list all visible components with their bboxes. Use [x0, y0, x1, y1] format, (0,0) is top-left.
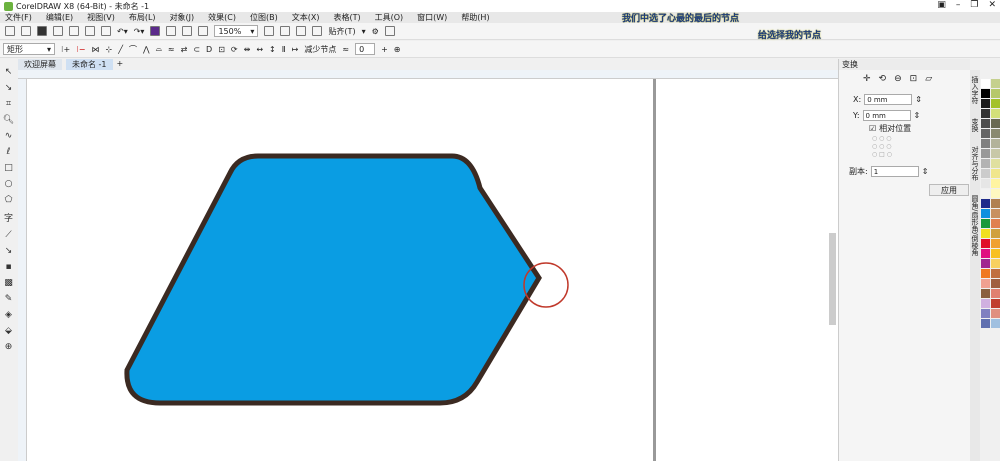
palette-swatch[interactable] — [981, 249, 990, 258]
anchor-grid[interactable]: ○ ○ ○ ○ ○ ○ ○ □ ○ — [872, 135, 892, 159]
docker-title: 变换 — [839, 59, 970, 70]
palette-swatch[interactable] — [991, 319, 1000, 328]
palette-swatch[interactable] — [991, 249, 1000, 258]
palette-swatch[interactable] — [981, 209, 990, 218]
palette-swatch[interactable] — [991, 189, 1000, 198]
relative-position-checkbox[interactable]: ☑ — [869, 124, 876, 133]
scale-mirror-icon[interactable]: ⊖ — [894, 74, 902, 84]
position-icon[interactable]: ✛ — [863, 74, 871, 84]
palette-swatch[interactable] — [991, 129, 1000, 138]
palette-swatch[interactable] — [981, 129, 990, 138]
palette-swatch[interactable] — [981, 159, 990, 168]
palette-swatch[interactable] — [991, 89, 1000, 98]
palette-swatch[interactable] — [991, 109, 1000, 118]
palette-swatch[interactable] — [991, 149, 1000, 158]
palette-swatch[interactable] — [991, 209, 1000, 218]
palette-swatch[interactable] — [981, 269, 990, 278]
palette-swatch[interactable] — [991, 289, 1000, 298]
palette-swatch[interactable] — [981, 229, 990, 238]
palette-swatch[interactable] — [981, 259, 990, 268]
side-tab-fillet[interactable]: 圆角/扇形角/倒棱角 — [970, 195, 980, 256]
palette-swatch[interactable] — [991, 199, 1000, 208]
side-tab-insert-character[interactable]: 插入字符 — [970, 76, 980, 104]
palette-swatch[interactable] — [981, 199, 990, 208]
palette-swatch[interactable] — [981, 79, 990, 88]
palette-swatch[interactable] — [981, 169, 990, 178]
palette-swatch[interactable] — [991, 219, 1000, 228]
x-label: X: — [853, 95, 862, 104]
palette-swatch[interactable] — [991, 269, 1000, 278]
palette-swatch[interactable] — [991, 119, 1000, 128]
palette-swatch[interactable] — [991, 309, 1000, 318]
palette-swatch[interactable] — [981, 109, 990, 118]
palette-swatch[interactable] — [981, 89, 990, 98]
side-tab-align-distribute[interactable]: 对齐与分布 — [970, 146, 980, 181]
palette-swatch[interactable] — [981, 279, 990, 288]
y-spinner[interactable]: ⇕ — [914, 111, 921, 120]
rotate-icon[interactable]: ⟲ — [879, 74, 887, 84]
side-tab-transform[interactable]: 变换 — [970, 118, 980, 132]
y-label: Y: — [853, 111, 860, 120]
size-icon[interactable]: ⊡ — [910, 74, 918, 84]
skew-icon[interactable]: ▱ — [925, 74, 932, 84]
rounded-polygon-shape[interactable] — [124, 153, 542, 406]
palette-swatch[interactable] — [991, 79, 1000, 88]
y-input[interactable]: 0 mm — [862, 110, 911, 121]
docker-side-tabs: 插入字符 变换 对齐与分布 圆角/扇形角/倒棱角 — [970, 70, 980, 461]
palette-swatch[interactable] — [991, 139, 1000, 148]
palette-swatch[interactable] — [991, 159, 1000, 168]
palette-swatch[interactable] — [981, 289, 990, 298]
palette-swatch[interactable] — [981, 319, 990, 328]
palette-swatch[interactable] — [991, 279, 1000, 288]
palette-swatch[interactable] — [981, 119, 990, 128]
palette-swatch[interactable] — [981, 179, 990, 188]
palette-swatch[interactable] — [981, 309, 990, 318]
palette-swatch[interactable] — [991, 299, 1000, 308]
palette-swatch[interactable] — [991, 99, 1000, 108]
copies-spinner[interactable]: ⇕ — [922, 167, 929, 176]
palette-swatch[interactable] — [991, 229, 1000, 238]
palette-swatch[interactable] — [981, 139, 990, 148]
palette-swatch[interactable] — [991, 239, 1000, 248]
palette-swatch[interactable] — [991, 179, 1000, 188]
x-input[interactable]: 0 mm — [864, 94, 913, 105]
palette-swatch[interactable] — [981, 99, 990, 108]
x-spinner[interactable]: ⇕ — [915, 95, 922, 104]
palette-swatch[interactable] — [981, 299, 990, 308]
palette-swatch[interactable] — [981, 219, 990, 228]
copies-input[interactable]: 1 — [870, 166, 919, 177]
color-palette — [981, 79, 1000, 328]
apply-button[interactable]: 应用 — [929, 184, 969, 196]
palette-swatch[interactable] — [981, 149, 990, 158]
palette-swatch[interactable] — [981, 189, 990, 198]
transform-docker: 变换 ✛ ⟲ ⊖ ⊡ ▱ X: 0 mm ⇕ Y: 0 mm ⇕ ☑ 相对位置 ○ ○ ○… — [838, 59, 970, 461]
palette-swatch[interactable] — [991, 169, 1000, 178]
palette-swatch[interactable] — [991, 259, 1000, 268]
relative-position-label: 相对位置 — [879, 124, 912, 133]
palette-swatch[interactable] — [981, 239, 990, 248]
copies-label: 副本: — [849, 167, 868, 176]
